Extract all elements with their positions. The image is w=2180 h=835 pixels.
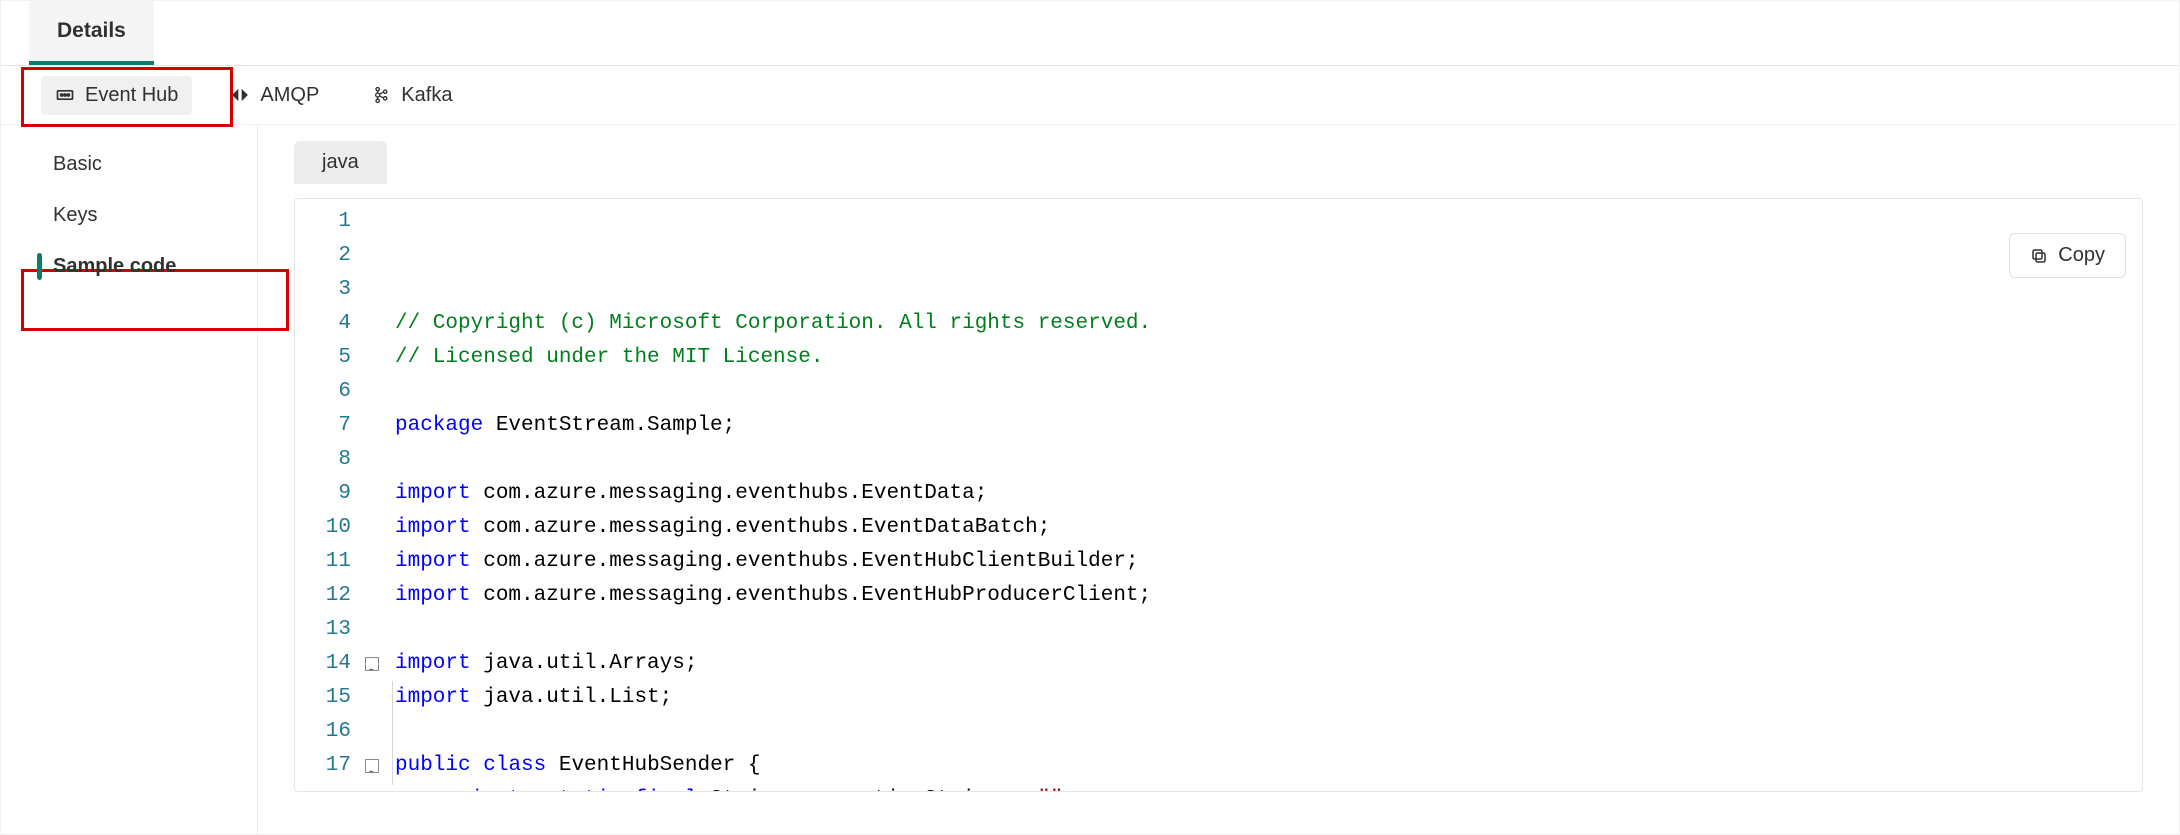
sidebar-item-keys[interactable]: Keys <box>1 190 257 241</box>
line-number-gutter: 1234567891011121314151617 <box>295 205 365 785</box>
protocol-tab-eventhub[interactable]: Event Hub <box>41 76 192 115</box>
protocol-tabs: Event Hub AMQP <box>1 66 2179 125</box>
amqp-icon <box>230 85 250 105</box>
eventhub-icon <box>55 85 75 105</box>
protocol-tab-kafka[interactable]: Kafka <box>357 76 466 115</box>
protocol-tab-amqp[interactable]: AMQP <box>216 76 333 115</box>
protocol-tab-label: AMQP <box>260 84 319 107</box>
protocol-tab-label: Kafka <box>401 84 452 107</box>
fold-column <box>365 205 383 785</box>
language-chip[interactable]: java <box>294 141 387 184</box>
sidebar-item-sample-code[interactable]: Sample code <box>1 241 257 292</box>
sidebar-item-basic[interactable]: Basic <box>1 139 257 190</box>
code-lines: // Copyright (c) Microsoft Corporation. … <box>383 205 2142 785</box>
code-editor[interactable]: 1234567891011121314151617 // Copyright (… <box>295 199 2142 791</box>
sidebar: Basic Keys Sample code <box>1 125 258 835</box>
protocol-tab-label: Event Hub <box>85 84 178 107</box>
page-tabs: Details <box>1 1 2179 66</box>
tab-details[interactable]: Details <box>29 1 154 65</box>
content-area: java Copy 1234567891011121314151617 <box>258 125 2179 835</box>
code-block: Copy 1234567891011121314151617 // Copyri… <box>294 198 2143 792</box>
kafka-icon <box>371 85 391 105</box>
